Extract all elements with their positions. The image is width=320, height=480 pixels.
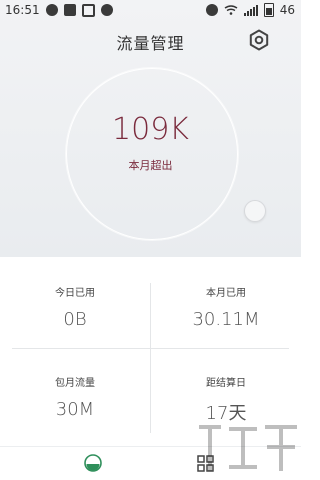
photo-icon — [81, 3, 95, 17]
image-icon — [63, 4, 76, 16]
stat-monthly-plan: 包月流量 30M — [0, 374, 150, 420]
usage-ring — [66, 68, 238, 240]
usage-label: 本月超出 — [128, 159, 173, 172]
battery-text: 46 — [279, 3, 295, 17]
alarm-icon — [205, 4, 218, 16]
stat-label: 本月已用 — [206, 288, 246, 299]
stat-label: 今日已用 — [55, 288, 95, 299]
stat-today-used: 今日已用 0B — [0, 284, 150, 330]
traffic-tab-icon[interactable] — [84, 454, 102, 472]
stat-label: 包月流量 — [55, 378, 95, 389]
stats-grid: 今日已用 0B 本月已用 30.11M 包月流量 30M 距结算日 17天 — [0, 257, 301, 446]
divider-horizontal — [12, 348, 289, 349]
usage-value: 109K — [112, 112, 189, 147]
status-bar: 16:51 46 — [0, 0, 301, 22]
battery-icon — [263, 3, 274, 17]
stat-value: 30.11M — [192, 309, 260, 330]
stat-value: 30M — [55, 399, 95, 420]
stat-days-to-billing: 距结算日 17天 — [151, 374, 301, 425]
stat-value: 0B — [63, 309, 87, 330]
bottom-nav — [0, 446, 301, 480]
stat-label: 距结算日 — [206, 378, 246, 389]
status-left: 16:51 — [5, 3, 113, 17]
info-icon — [100, 4, 113, 16]
grid-menu-icon[interactable] — [197, 455, 214, 472]
stat-month-used: 本月已用 30.11M — [151, 284, 301, 330]
float-button[interactable] — [244, 200, 266, 222]
clock-text: 16:51 — [5, 3, 40, 17]
wifi-icon — [224, 5, 238, 15]
stat-value: 17天 — [205, 403, 247, 424]
sync-icon — [45, 4, 58, 16]
gear-icon[interactable] — [247, 28, 271, 52]
signal-icon — [243, 4, 258, 16]
status-right: 46 — [205, 3, 295, 17]
